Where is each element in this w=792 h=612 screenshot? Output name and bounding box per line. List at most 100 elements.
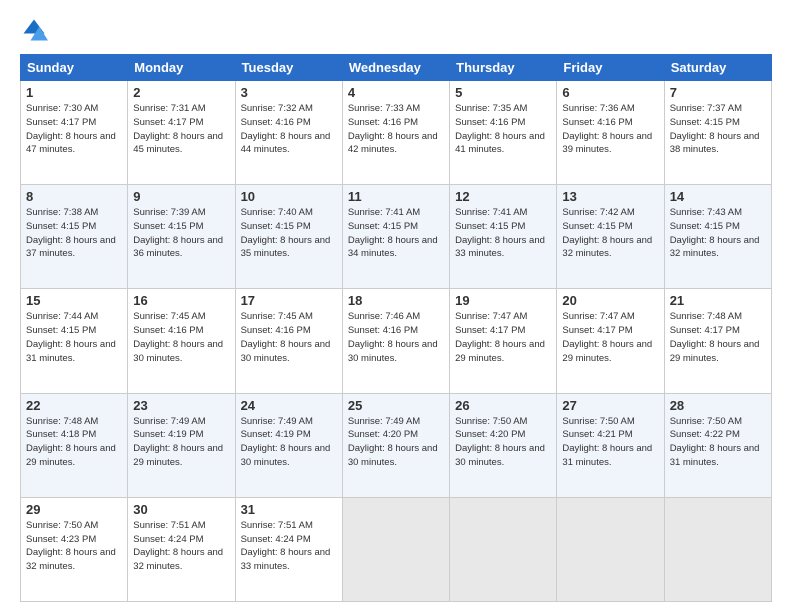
calendar-week-1: 1Sunrise: 7:30 AMSunset: 4:17 PMDaylight… [21,81,772,185]
day-number: 14 [670,189,766,204]
day-number: 8 [26,189,122,204]
col-header-friday: Friday [557,55,664,81]
day-info: Sunrise: 7:46 AMSunset: 4:16 PMDaylight:… [348,310,444,365]
day-info: Sunrise: 7:51 AMSunset: 4:24 PMDaylight:… [133,519,229,574]
day-info: Sunrise: 7:36 AMSunset: 4:16 PMDaylight:… [562,102,658,157]
day-info: Sunrise: 7:48 AMSunset: 4:18 PMDaylight:… [26,415,122,470]
day-info: Sunrise: 7:50 AMSunset: 4:22 PMDaylight:… [670,415,766,470]
calendar-day-19: 19Sunrise: 7:47 AMSunset: 4:17 PMDayligh… [450,289,557,393]
day-number: 2 [133,85,229,100]
calendar-day-23: 23 Sunrise: 7:49 AMSunset: 4:19 PMDayligh… [128,393,235,497]
day-info: Sunrise: 7:50 AMSunset: 4:21 PMDaylight:… [562,415,658,470]
day-number: 21 [670,293,766,308]
day-info: Sunrise: 7:43 AMSunset: 4:15 PMDaylight:… [670,206,766,261]
calendar-day-31: 31 Sunrise: 7:51 AMSunset: 4:24 PMDayligh… [235,497,342,601]
col-header-sunday: Sunday [21,55,128,81]
calendar-day-22: 22 Sunrise: 7:48 AMSunset: 4:18 PMDayligh… [21,393,128,497]
calendar-day-26: 26 Sunrise: 7:50 AMSunset: 4:20 PMDayligh… [450,393,557,497]
calendar-day-21: 21 Sunrise: 7:48 AMSunset: 4:17 PMDayligh… [664,289,771,393]
day-info: Sunrise: 7:44 AMSunset: 4:15 PMDaylight:… [26,310,122,365]
day-number: 31 [241,502,337,517]
calendar-day-18: 18 Sunrise: 7:46 AMSunset: 4:16 PMDayligh… [342,289,449,393]
day-number: 27 [562,398,658,413]
col-header-saturday: Saturday [664,55,771,81]
day-info: Sunrise: 7:33 AMSunset: 4:16 PMDaylight:… [348,102,444,157]
day-info: Sunrise: 7:39 AMSunset: 4:15 PMDaylight:… [133,206,229,261]
calendar-day-24: 24Sunrise: 7:49 AMSunset: 4:19 PMDayligh… [235,393,342,497]
calendar-empty [557,497,664,601]
calendar-table: SundayMondayTuesdayWednesdayThursdayFrid… [20,54,772,602]
day-number: 7 [670,85,766,100]
page: SundayMondayTuesdayWednesdayThursdayFrid… [0,0,792,612]
calendar-day-12: 12 Sunrise: 7:41 AMSunset: 4:15 PMDayligh… [450,185,557,289]
calendar-day-30: 30 Sunrise: 7:51 AMSunset: 4:24 PMDayligh… [128,497,235,601]
day-info: Sunrise: 7:49 AMSunset: 4:19 PMDaylight:… [133,415,229,470]
day-info: Sunrise: 7:37 AMSunset: 4:15 PMDaylight:… [670,102,766,157]
day-info: Sunrise: 7:35 AMSunset: 4:16 PMDaylight:… [455,102,551,157]
logo-icon [20,16,48,44]
day-number: 10 [241,189,337,204]
day-info: Sunrise: 7:31 AMSunset: 4:17 PMDaylight:… [133,102,229,157]
calendar-day-17: 17Sunrise: 7:45 AMSunset: 4:16 PMDayligh… [235,289,342,393]
col-header-thursday: Thursday [450,55,557,81]
calendar-day-20: 20 Sunrise: 7:47 AMSunset: 4:17 PMDayligh… [557,289,664,393]
day-number: 15 [26,293,122,308]
logo [20,16,52,44]
day-info: Sunrise: 7:40 AMSunset: 4:15 PMDaylight:… [241,206,337,261]
day-number: 3 [241,85,337,100]
day-number: 23 [133,398,229,413]
day-info: Sunrise: 7:41 AMSunset: 4:15 PMDaylight:… [348,206,444,261]
day-info: Sunrise: 7:49 AMSunset: 4:19 PMDaylight:… [241,415,337,470]
day-number: 25 [348,398,444,413]
day-number: 12 [455,189,551,204]
day-info: Sunrise: 7:51 AMSunset: 4:24 PMDaylight:… [241,519,337,574]
day-info: Sunrise: 7:45 AMSunset: 4:16 PMDaylight:… [133,310,229,365]
day-number: 20 [562,293,658,308]
calendar-day-13: 13Sunrise: 7:42 AMSunset: 4:15 PMDayligh… [557,185,664,289]
col-header-monday: Monday [128,55,235,81]
calendar-day-16: 16 Sunrise: 7:45 AMSunset: 4:16 PMDayligh… [128,289,235,393]
day-number: 18 [348,293,444,308]
calendar-day-14: 14 Sunrise: 7:43 AMSunset: 4:15 PMDayligh… [664,185,771,289]
calendar-day-28: 28 Sunrise: 7:50 AMSunset: 4:22 PMDayligh… [664,393,771,497]
calendar-day-3: 3 Sunrise: 7:32 AMSunset: 4:16 PMDaylight… [235,81,342,185]
day-info: Sunrise: 7:50 AMSunset: 4:23 PMDaylight:… [26,519,122,574]
calendar-day-29: 29 Sunrise: 7:50 AMSunset: 4:23 PMDayligh… [21,497,128,601]
calendar-day-1: 1Sunrise: 7:30 AMSunset: 4:17 PMDaylight… [21,81,128,185]
day-number: 30 [133,502,229,517]
calendar-week-3: 15 Sunrise: 7:44 AMSunset: 4:15 PMDayligh… [21,289,772,393]
day-number: 26 [455,398,551,413]
day-info: Sunrise: 7:49 AMSunset: 4:20 PMDaylight:… [348,415,444,470]
day-info: Sunrise: 7:42 AMSunset: 4:15 PMDaylight:… [562,206,658,261]
calendar-empty [664,497,771,601]
calendar-day-4: 4Sunrise: 7:33 AMSunset: 4:16 PMDaylight… [342,81,449,185]
day-number: 22 [26,398,122,413]
day-number: 11 [348,189,444,204]
calendar-day-11: 11 Sunrise: 7:41 AMSunset: 4:15 PMDayligh… [342,185,449,289]
calendar-day-10: 10 Sunrise: 7:40 AMSunset: 4:15 PMDayligh… [235,185,342,289]
day-info: Sunrise: 7:38 AMSunset: 4:15 PMDaylight:… [26,206,122,261]
day-number: 16 [133,293,229,308]
calendar-day-25: 25 Sunrise: 7:49 AMSunset: 4:20 PMDayligh… [342,393,449,497]
day-info: Sunrise: 7:41 AMSunset: 4:15 PMDaylight:… [455,206,551,261]
day-info: Sunrise: 7:32 AMSunset: 4:16 PMDaylight:… [241,102,337,157]
calendar-day-6: 6 Sunrise: 7:36 AMSunset: 4:16 PMDaylight… [557,81,664,185]
day-number: 6 [562,85,658,100]
col-header-tuesday: Tuesday [235,55,342,81]
day-number: 9 [133,189,229,204]
calendar-day-5: 5Sunrise: 7:35 AMSunset: 4:16 PMDaylight… [450,81,557,185]
day-number: 28 [670,398,766,413]
day-info: Sunrise: 7:47 AMSunset: 4:17 PMDaylight:… [455,310,551,365]
day-info: Sunrise: 7:47 AMSunset: 4:17 PMDaylight:… [562,310,658,365]
day-info: Sunrise: 7:30 AMSunset: 4:17 PMDaylight:… [26,102,122,157]
calendar-day-8: 8 Sunrise: 7:38 AMSunset: 4:15 PMDaylight… [21,185,128,289]
day-info: Sunrise: 7:45 AMSunset: 4:16 PMDaylight:… [241,310,337,365]
calendar-week-4: 22 Sunrise: 7:48 AMSunset: 4:18 PMDayligh… [21,393,772,497]
day-number: 29 [26,502,122,517]
calendar-day-2: 2 Sunrise: 7:31 AMSunset: 4:17 PMDaylight… [128,81,235,185]
calendar-day-7: 7 Sunrise: 7:37 AMSunset: 4:15 PMDaylight… [664,81,771,185]
col-header-wednesday: Wednesday [342,55,449,81]
day-info: Sunrise: 7:48 AMSunset: 4:17 PMDaylight:… [670,310,766,365]
day-info: Sunrise: 7:50 AMSunset: 4:20 PMDaylight:… [455,415,551,470]
calendar-week-5: 29 Sunrise: 7:50 AMSunset: 4:23 PMDayligh… [21,497,772,601]
